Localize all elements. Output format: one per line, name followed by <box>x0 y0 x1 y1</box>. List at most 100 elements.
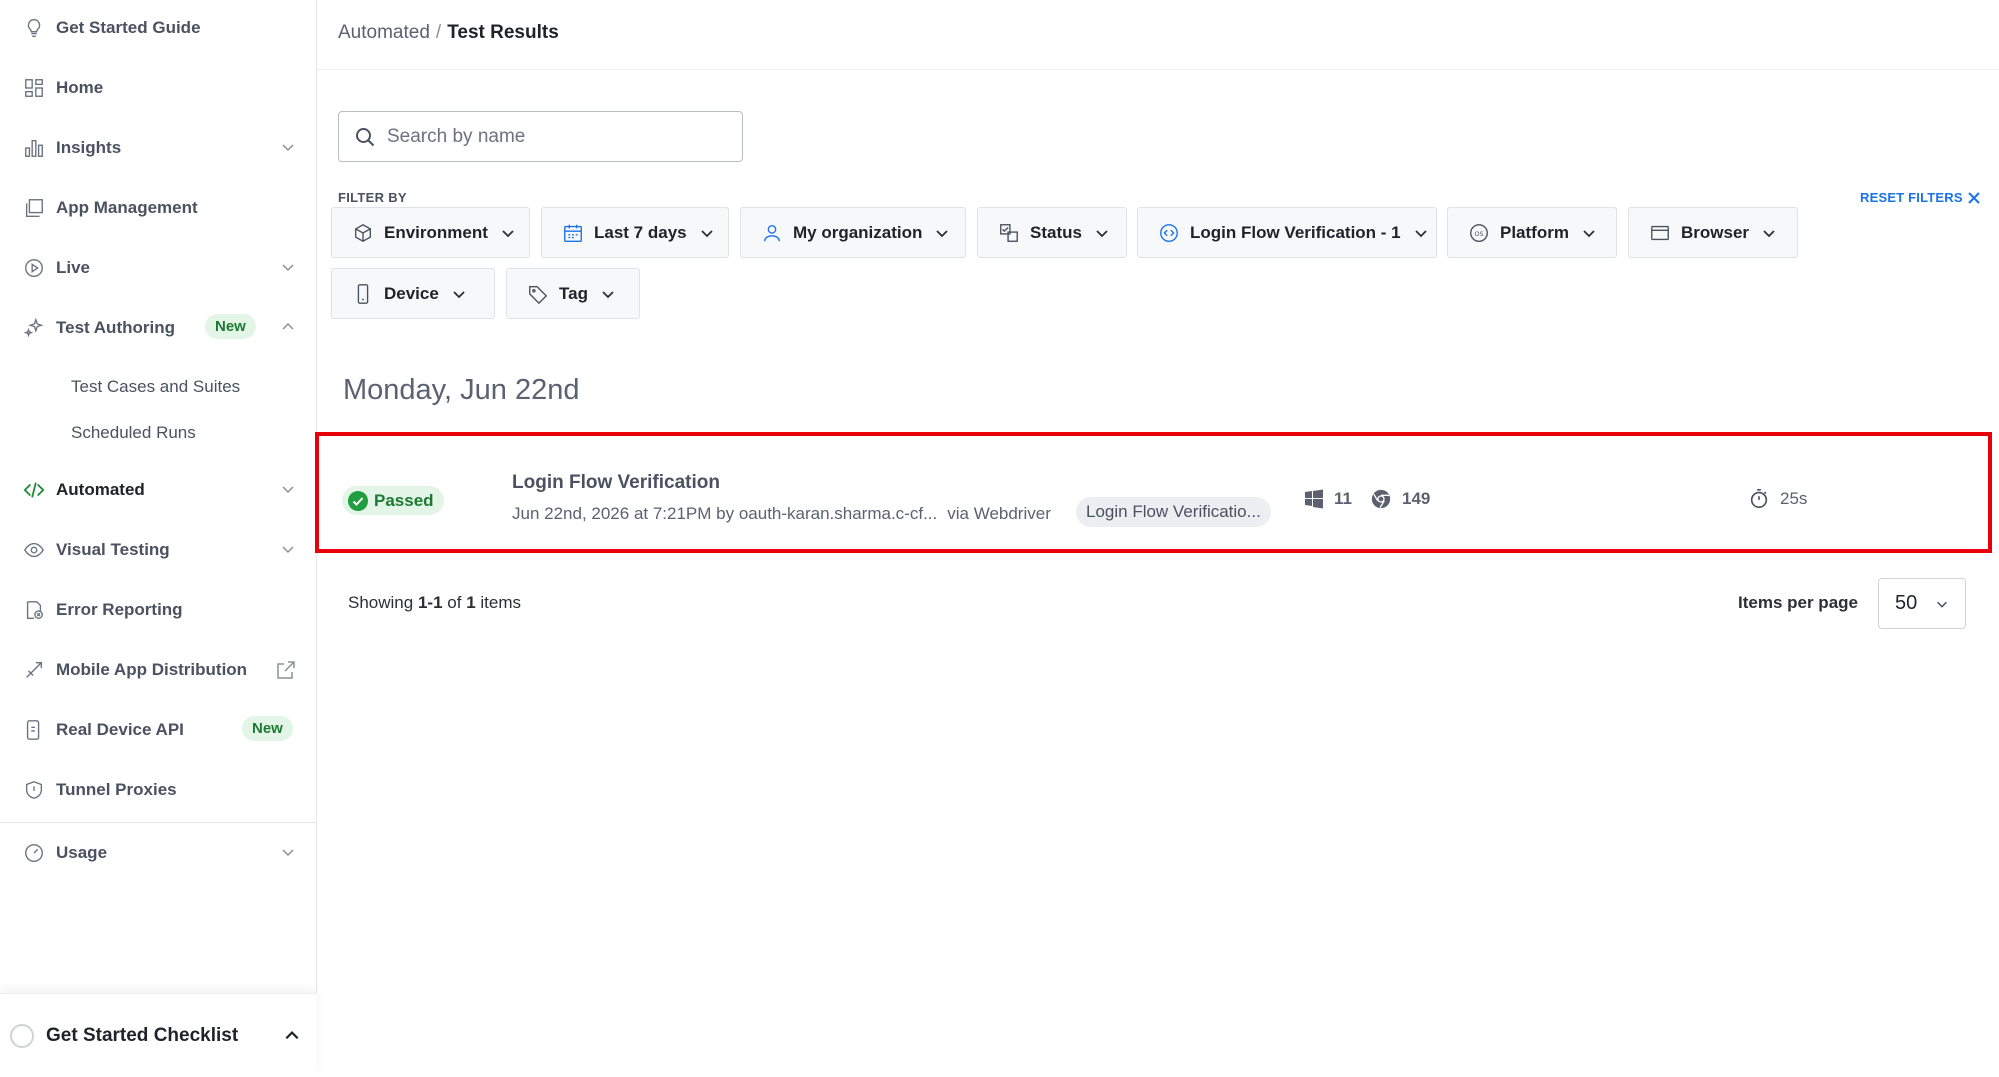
showing-range: 1-1 <box>417 593 443 612</box>
sidebar-item-label: App Management <box>56 198 198 217</box>
chevron-down-icon <box>600 286 616 302</box>
sidebar-item-label: Real Device API <box>56 720 184 739</box>
chevron-down-icon[interactable] <box>280 481 296 497</box>
showing-prefix: Showing <box>348 593 414 612</box>
chevron-down-icon[interactable] <box>280 139 296 155</box>
build-tag[interactable]: Login Flow Verificatio... <box>1076 497 1271 527</box>
duration-value: 25s <box>1780 489 1808 508</box>
sidebar-item-mobile-app-distribution[interactable]: Mobile App Distribution <box>0 646 317 694</box>
sidebar-item-label: Home <box>56 78 104 97</box>
sidebar-item-get-started-guide[interactable]: Get Started Guide <box>0 4 317 52</box>
checklist-label: Get Started Checklist <box>46 1024 239 1046</box>
user-icon <box>761 222 783 244</box>
showing-items-word: items <box>480 593 522 612</box>
chevron-down-icon <box>1581 225 1597 241</box>
tag-icon <box>527 283 549 305</box>
sidebar-item-label: Usage <box>56 843 108 862</box>
reset-filters-button[interactable]: RESET FILTERS <box>1860 190 1981 205</box>
chevron-down-icon <box>1935 597 1949 611</box>
sidebar-subitem-scheduled-runs[interactable]: Scheduled Runs <box>71 423 196 443</box>
close-icon <box>1967 191 1981 205</box>
status-badge: Passed <box>342 486 444 515</box>
chevron-up-icon[interactable] <box>283 1027 301 1045</box>
chevron-down-icon <box>934 225 950 241</box>
chevron-down-icon <box>1094 225 1110 241</box>
filter-platform[interactable]: OS Platform <box>1447 207 1617 258</box>
os-info: 11 <box>1304 489 1352 509</box>
sidebar-item-insights[interactable]: Insights <box>0 124 317 172</box>
showing-total: 1 <box>466 593 476 612</box>
filter-device[interactable]: Device <box>331 268 495 319</box>
sidebar-item-usage[interactable]: Usage <box>0 829 317 877</box>
sidebar-item-visual-testing[interactable]: Visual Testing <box>0 526 317 574</box>
sidebar-item-label: Mobile App Distribution <box>56 660 248 679</box>
search-icon <box>353 125 377 149</box>
sidebar-item-error-reporting[interactable]: Error Reporting <box>0 586 317 634</box>
sidebar-item-label: Tunnel Proxies <box>56 780 177 799</box>
chevron-down-icon[interactable] <box>280 541 296 557</box>
filter-build[interactable]: Login Flow Verification - 1 <box>1137 207 1437 258</box>
browser-version: 149 <box>1402 489 1431 508</box>
search-input[interactable] <box>387 125 717 148</box>
status-icon <box>998 222 1020 244</box>
chevron-down-icon[interactable] <box>280 259 296 275</box>
os-icon: OS <box>1468 222 1490 244</box>
table-row[interactable]: Passed Login Flow Verification Jun 22nd,… <box>315 432 1992 553</box>
filter-label: Last 7 days <box>594 222 687 242</box>
app-management-icon <box>22 196 46 220</box>
filter-label: Browser <box>1681 222 1750 242</box>
breadcrumb-parent[interactable]: Automated <box>338 22 430 43</box>
test-framework: via Webdriver <box>947 504 1051 523</box>
sidebar-item-real-device-api[interactable]: Real Device API New <box>0 706 317 754</box>
sidebar-item-live[interactable]: Live <box>0 244 317 292</box>
filter-environment[interactable]: Environment <box>331 207 530 258</box>
mobile-device-icon <box>352 283 374 305</box>
sidebar-item-label: Get Started Guide <box>56 18 201 37</box>
sidebar-item-test-authoring[interactable]: Test Authoring New <box>0 304 317 352</box>
new-badge: New <box>205 314 256 339</box>
chevron-up-icon[interactable] <box>280 319 296 335</box>
progress-circle-icon <box>10 1023 34 1048</box>
filter-tag[interactable]: Tag <box>506 268 640 319</box>
get-started-checklist[interactable]: Get Started Checklist <box>0 993 317 1077</box>
filter-label: Status <box>1030 222 1082 242</box>
bar-chart-icon <box>22 136 46 160</box>
filter-label: Login Flow Verification - 1 <box>1190 222 1401 242</box>
sidebar-item-label: Insights <box>56 138 122 157</box>
filter-label: My organization <box>793 222 923 242</box>
distribution-icon <box>22 658 46 682</box>
sidebar-item-automated[interactable]: Automated <box>0 466 317 514</box>
filter-status[interactable]: Status <box>977 207 1127 258</box>
external-link-icon[interactable] <box>274 658 298 682</box>
code-icon <box>22 478 46 502</box>
filter-label: Tag <box>559 283 588 303</box>
sidebar-item-tunnel-proxies[interactable]: Tunnel Proxies <box>0 766 317 814</box>
items-per-page-select[interactable]: 50 <box>1878 578 1966 629</box>
search-box[interactable] <box>338 111 743 162</box>
lightbulb-icon <box>22 16 46 40</box>
top-bar: Automated / Test Results <box>317 0 1999 70</box>
sidebar-item-app-management[interactable]: App Management <box>0 184 317 232</box>
eye-icon <box>22 538 46 562</box>
browser-window-icon <box>1649 222 1671 244</box>
error-report-icon <box>22 598 46 622</box>
sidebar-item-home[interactable]: Home <box>0 64 317 112</box>
filter-label: Environment <box>384 222 488 242</box>
chevron-down-icon[interactable] <box>280 844 296 860</box>
filter-browser[interactable]: Browser <box>1628 207 1798 258</box>
shield-icon <box>22 778 46 802</box>
duration-info: 25s <box>1748 488 1807 510</box>
sidebar-divider <box>0 822 317 823</box>
filter-date-range[interactable]: Last 7 days <box>541 207 729 258</box>
check-circle-icon <box>348 490 368 511</box>
filter-organization[interactable]: My organization <box>740 207 966 258</box>
status-label: Passed <box>374 490 434 510</box>
dashboard-icon <box>22 76 46 100</box>
test-name[interactable]: Login Flow Verification <box>512 472 720 494</box>
sidebar-item-label: Error Reporting <box>56 600 183 619</box>
sidebar-subitem-test-cases-and-suites[interactable]: Test Cases and Suites <box>71 377 240 397</box>
reset-filters-label: RESET FILTERS <box>1860 190 1963 205</box>
breadcrumb-separator: / <box>435 22 442 43</box>
sidebar-item-label: Visual Testing <box>56 540 170 559</box>
sidebar: Get Started Guide Home Insights App Mana… <box>0 0 317 1077</box>
